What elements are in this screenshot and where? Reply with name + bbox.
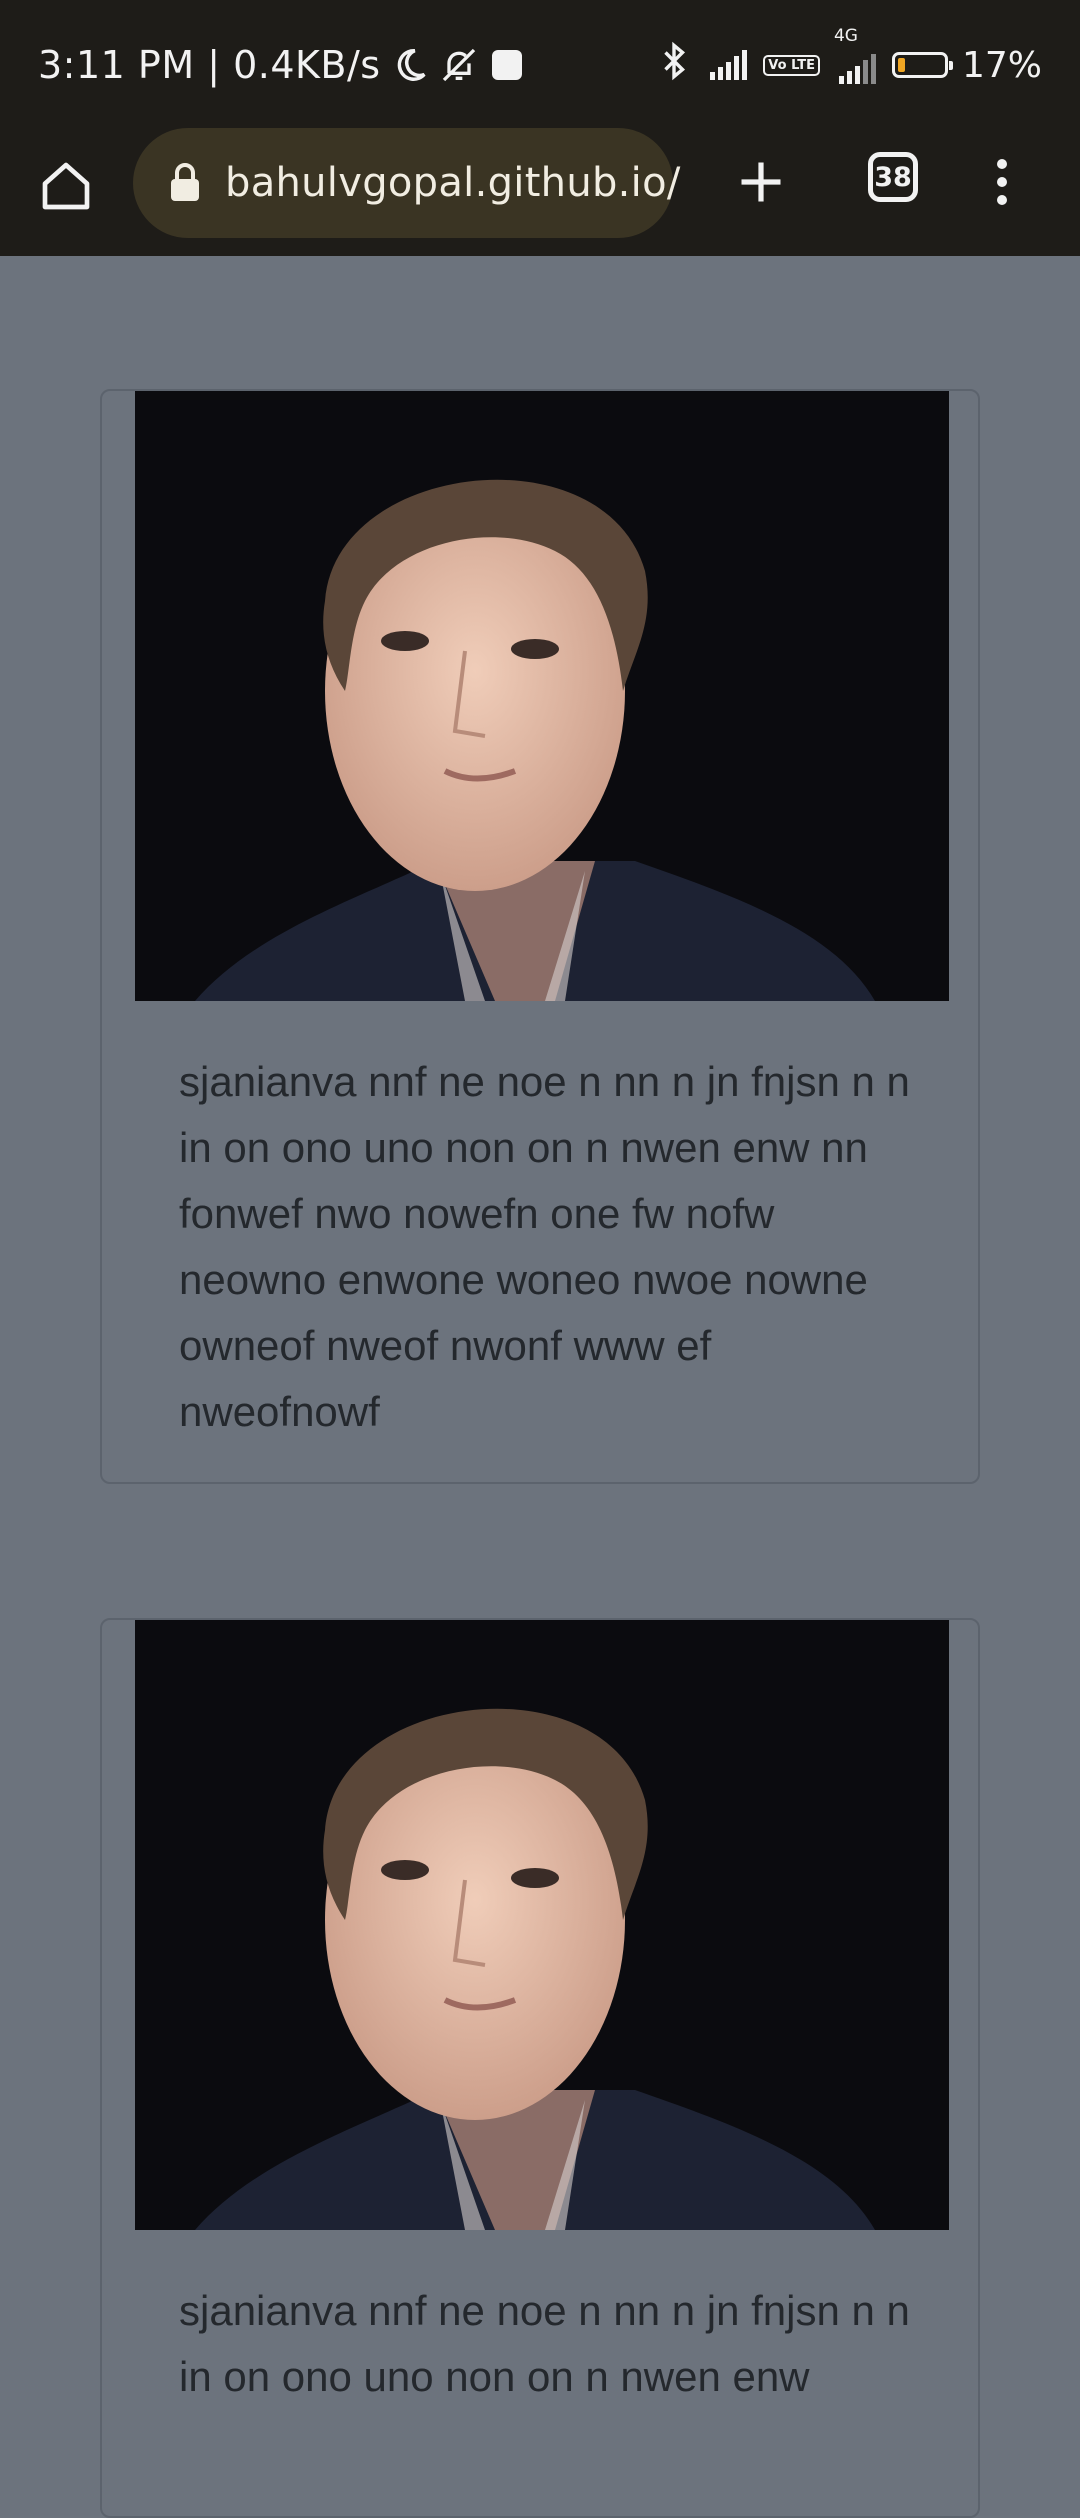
- page-content: sjanianva nnf ne noe n nn n jn fnjsn n n…: [0, 256, 1080, 2518]
- browser-toolbar: bahulvgopal.github.io/ 38: [0, 128, 1080, 256]
- signal-icon: [707, 50, 748, 80]
- moon-icon: [391, 46, 429, 84]
- notification-square-icon: [489, 47, 525, 83]
- post-text: sjanianva nnf ne noe n nn n jn fnjsn n n…: [179, 2287, 910, 2400]
- address-bar[interactable]: bahulvgopal.github.io/: [133, 128, 680, 238]
- url-text[interactable]: bahulvgopal.github.io/: [225, 160, 681, 206]
- tab-count: 38: [874, 161, 912, 193]
- post-card: sjanianva nnf ne noe n nn n jn fnjsn n n…: [100, 389, 980, 1484]
- bluetooth-icon: [657, 41, 691, 90]
- status-bar: 3:11 PM | 0.4KB/s Vo LTE 4G 17%: [0, 0, 1080, 128]
- post-image: [135, 391, 949, 1001]
- post-text: sjanianva nnf ne noe n nn n jn fnjsn n n…: [179, 1058, 910, 1435]
- battery-icon: [891, 52, 953, 78]
- status-left: 3:11 PM | 0.4KB/s: [38, 38, 525, 92]
- network-type-label: 4G: [833, 26, 858, 46]
- lock-icon: [169, 163, 201, 203]
- battery-percent: 17%: [961, 44, 1042, 86]
- new-tab-icon[interactable]: [735, 156, 787, 208]
- volte-icon: Vo LTE: [763, 54, 820, 76]
- tabs-icon[interactable]: 38: [868, 152, 918, 202]
- time-and-speed: 3:11 PM | 0.4KB/s: [38, 43, 381, 87]
- status-right: Vo LTE 4G 17%: [641, 26, 1042, 92]
- menu-icon[interactable]: [990, 150, 1014, 214]
- bell-off-icon: [439, 45, 479, 85]
- post-image: [135, 1620, 949, 2230]
- home-icon[interactable]: [38, 158, 94, 214]
- post-card: sjanianva nnf ne noe n nn n jn fnjsn n n…: [100, 1618, 980, 2518]
- signal-4g-icon: 4G: [834, 26, 876, 84]
